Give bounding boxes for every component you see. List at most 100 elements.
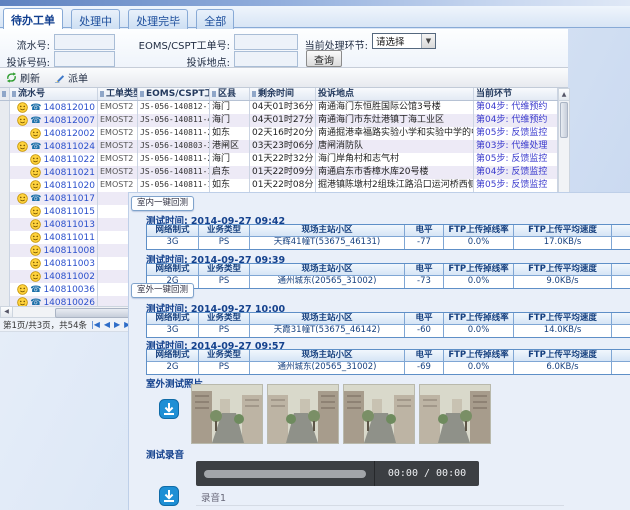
current-step-link[interactable]: 第05步: 反馈监控	[474, 127, 558, 140]
scroll-left-icon[interactable]: ◀	[1, 307, 13, 317]
workorder-link[interactable]: 140811020	[43, 180, 95, 192]
workorder-link[interactable]: 140811013	[43, 219, 95, 231]
header-complaint-location[interactable]: 投诉地点	[316, 88, 474, 100]
table-row[interactable]: 140811022 EMOST2 JS-056-140811-248 海门 01…	[0, 153, 558, 166]
workorder-link[interactable]: 140812002	[43, 128, 95, 140]
current-step-link[interactable]: 第04步: 反馈监控	[474, 166, 558, 179]
table-row[interactable]: ☎140811024 EMOST2 JS-056-140803-344 港闸区 …	[0, 140, 558, 153]
first-page-icon[interactable]: |◀	[91, 320, 100, 329]
row-selector[interactable]	[0, 257, 10, 270]
outdoor-photo[interactable]	[343, 384, 415, 444]
row-selector[interactable]	[0, 101, 10, 114]
row-selector[interactable]	[0, 140, 10, 153]
outdoor-photo[interactable]	[419, 384, 491, 444]
workorder-link[interactable]: 140811002	[43, 271, 95, 283]
county: 海门	[210, 114, 250, 127]
serving-cell: 天霞31幢T(53675_46142)	[250, 325, 405, 337]
workorder-link[interactable]: 140811011	[43, 232, 95, 244]
chevron-down-icon: ▼	[421, 34, 435, 48]
vertical-scroll-thumb[interactable]	[560, 102, 568, 138]
tab-all[interactable]: 全部	[196, 9, 234, 31]
indoor-test-button[interactable]: 室内一键回测	[131, 196, 194, 211]
table-row[interactable]: 140811021 EMOST2 JS-056-140811-150 启东 01…	[0, 166, 558, 179]
ftp-avg-speed: 6.0KB/s	[514, 362, 612, 374]
serial-input[interactable]	[54, 34, 115, 50]
workorder-link[interactable]: 140811003	[43, 258, 95, 270]
header-ftp-cutoff: FTP	[612, 225, 630, 237]
test-table-data: 2G PS 通州城东(20565_31002) -73 0.0% 9.0KB/s	[147, 276, 630, 288]
service-type: PS	[199, 276, 250, 288]
query-button[interactable]: 查询	[306, 50, 342, 67]
dispatch-button[interactable]: 派单	[54, 70, 88, 85]
row-selector[interactable]	[0, 179, 10, 192]
eoms-input[interactable]	[234, 34, 298, 50]
download-icon[interactable]	[159, 486, 179, 506]
outdoor-photo[interactable]	[191, 384, 263, 444]
next-page-icon[interactable]: ▶	[114, 320, 120, 329]
ftp-avg-speed: 17.0KB/s	[514, 237, 612, 249]
header-eoms-number[interactable]: EOMS/CSPT工单号	[138, 88, 210, 100]
row-selector[interactable]	[0, 127, 10, 140]
table-row[interactable]: 140811020 EMOST2 JS-056-140811-160 如东 01…	[0, 179, 558, 192]
remaining-time: 01天22时09分	[250, 166, 316, 179]
workorder-link[interactable]: 140810036	[43, 284, 95, 296]
row-selector[interactable]	[0, 296, 10, 306]
header-label: 当前环节	[476, 88, 512, 100]
complaint-location: 海门岸角村和志气村	[316, 153, 474, 166]
refresh-button[interactable]: 刷新	[6, 70, 40, 85]
row-selector[interactable]	[0, 218, 10, 231]
location-input[interactable]	[234, 51, 298, 67]
signal-level: -60	[405, 325, 444, 337]
workorder-link[interactable]: 140812007	[43, 115, 95, 127]
audio-progress-bar[interactable]	[204, 470, 366, 478]
current-step-link[interactable]: 第03步: 代维处理	[474, 140, 558, 153]
service-type: PS	[199, 362, 250, 374]
row-selector[interactable]	[0, 205, 10, 218]
download-icon[interactable]	[159, 399, 179, 419]
eoms-number: JS-056-140811-160	[138, 179, 210, 192]
tab-completed[interactable]: 处理完毕	[128, 9, 188, 31]
table-row[interactable]: ☎140812010 EMOST2 JS-056-140812-7 海门 04天…	[0, 101, 558, 114]
workorder-link[interactable]: 140811021	[43, 167, 95, 179]
row-selector[interactable]	[0, 270, 10, 283]
workorder-link[interactable]: 140811024	[43, 141, 95, 153]
header-serial[interactable]: 流水号	[10, 88, 98, 100]
header-county[interactable]: 区县	[210, 88, 250, 100]
table-row[interactable]: 140812002 EMOST2 JS-056-140811-291 如东 02…	[0, 127, 558, 140]
header-current-step[interactable]: 当前环节	[474, 88, 558, 100]
row-selector[interactable]	[0, 166, 10, 179]
workorder-link[interactable]: 140811017	[43, 193, 95, 205]
audio-player[interactable]: 00:00 / 00:00	[196, 461, 479, 486]
outdoor-photo[interactable]	[267, 384, 339, 444]
workorder-link[interactable]: 140811015	[43, 206, 95, 218]
column-icon	[100, 91, 104, 97]
workorder-link[interactable]: 140812010	[43, 102, 95, 114]
prev-page-icon[interactable]: ◀	[104, 320, 110, 329]
tab-pending-orders[interactable]: 待办工单	[3, 8, 63, 31]
order-type: EMOST2	[98, 114, 138, 127]
scroll-up-icon[interactable]: ▲	[559, 89, 569, 101]
current-step-link[interactable]: 第05步: 反馈监控	[474, 179, 558, 192]
phone-input[interactable]	[54, 51, 115, 67]
workorder-link[interactable]: 140811022	[43, 154, 95, 166]
table-row[interactable]: ☎140812007 EMOST2 JS-056-140811-422 海门 0…	[0, 114, 558, 127]
header-remaining-time[interactable]: 剩余时间	[250, 88, 316, 100]
tab-processing[interactable]: 处理中	[71, 9, 120, 31]
row-selector[interactable]	[0, 283, 10, 296]
row-selector[interactable]	[0, 192, 10, 205]
current-step-link[interactable]: 第04步: 代维预约	[474, 101, 558, 114]
row-selector[interactable]	[0, 231, 10, 244]
header-selector-column[interactable]	[0, 88, 10, 100]
outdoor-test-button[interactable]: 室外一键回测	[131, 283, 194, 298]
header-order-type[interactable]: 工单类型	[98, 88, 138, 100]
row-selector[interactable]	[0, 114, 10, 127]
workorder-link[interactable]: 140811008	[43, 245, 95, 257]
row-selector[interactable]	[0, 244, 10, 257]
column-icon	[140, 91, 144, 97]
row-selector[interactable]	[0, 153, 10, 166]
current-step-link[interactable]: 第05步: 反馈监控	[474, 153, 558, 166]
current-step-link[interactable]: 第04步: 代维预约	[474, 114, 558, 127]
workorder-link[interactable]: 140810026	[43, 297, 95, 307]
step-select[interactable]: 请选择 ▼	[372, 33, 436, 49]
eoms-number: JS-056-140812-7	[138, 101, 210, 114]
